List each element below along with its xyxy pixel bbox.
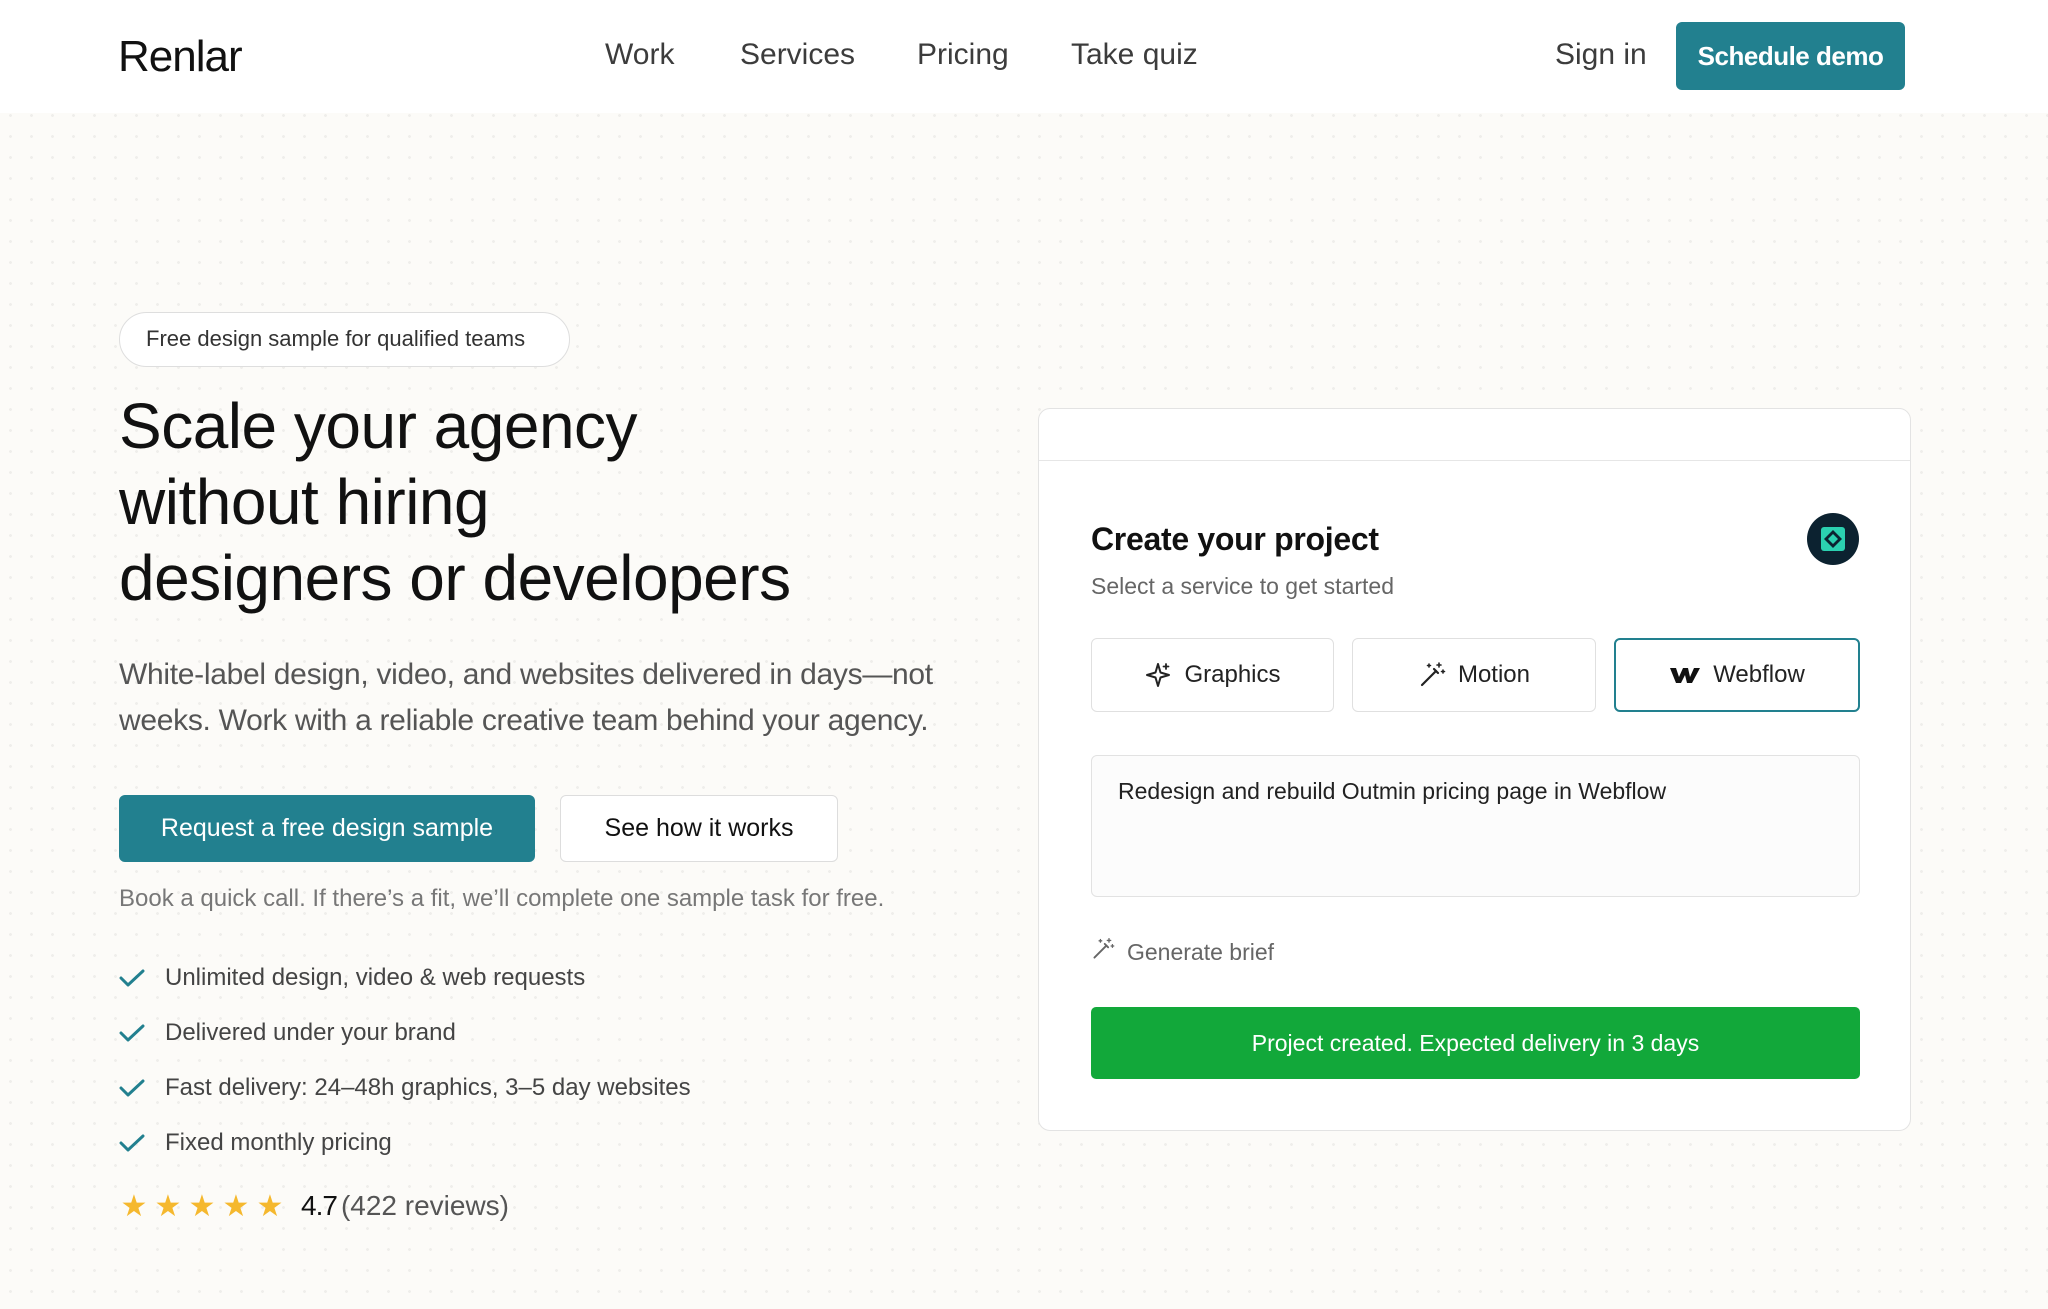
rating: ★ ★ ★ ★ ★ 4.7 (422 reviews)	[119, 1186, 509, 1226]
review-count: (422 reviews)	[340, 1190, 509, 1221]
star-rating: ★ ★ ★ ★ ★	[119, 1189, 285, 1224]
star-icon: ★	[188, 1189, 216, 1223]
card-subtitle: Select a service to get started	[1091, 573, 1394, 599]
magic-wand-icon	[1091, 937, 1115, 967]
service-graphics-button[interactable]: Graphics	[1091, 638, 1334, 712]
check-icon	[119, 1128, 165, 1158]
service-label: Motion	[1457, 661, 1531, 688]
nav-item-services[interactable]: Services	[740, 38, 855, 72]
feature-list: Unlimited design, video & web requests D…	[119, 950, 691, 1170]
star-icon: ★	[120, 1189, 148, 1223]
project-status-banner: Project created. Expected delivery in 3 …	[1091, 1007, 1860, 1079]
card-top-bar	[1039, 409, 1910, 461]
card-title: Create your project	[1091, 521, 1379, 557]
sparkle-icon	[1144, 661, 1172, 689]
service-motion-button[interactable]: Motion	[1352, 638, 1596, 712]
site-header: Renlar Work Services Pricing Take quiz S…	[0, 0, 2048, 113]
feature-item: Fixed monthly pricing	[119, 1115, 691, 1170]
feature-item: Delivered under your brand	[119, 1005, 691, 1060]
magic-wand-icon	[1418, 661, 1446, 689]
service-label: Graphics	[1184, 661, 1281, 688]
brand-logo-icon	[1807, 513, 1859, 565]
generate-brief-label: Generate brief	[1127, 938, 1275, 965]
subtext-line: weeks. Work with a reliable creative tea…	[119, 704, 929, 737]
check-icon	[119, 1018, 165, 1048]
hero-badge: Free design sample for qualified teams	[119, 312, 570, 367]
star-icon: ★	[256, 1189, 284, 1223]
service-label: Webflow	[1713, 661, 1805, 688]
feature-text: Unlimited design, video & web requests	[165, 963, 586, 991]
nav-item-work[interactable]: Work	[605, 38, 674, 72]
logo[interactable]: Renlar	[118, 32, 243, 82]
headline-line: Scale your agency	[119, 390, 638, 462]
generate-brief-button[interactable]: Generate brief	[1091, 934, 1274, 970]
star-icon: ★	[154, 1189, 182, 1223]
headline-line: without hiring	[119, 466, 490, 538]
webflow-icon	[1669, 664, 1701, 686]
feature-text: Fixed monthly pricing	[165, 1128, 392, 1156]
cta-note: Book a quick call. If there’s a fit, we’…	[119, 885, 885, 912]
feature-text: Delivered under your brand	[165, 1018, 456, 1046]
rating-value: 4.7	[301, 1190, 338, 1221]
hero-subtext: White-label design, video, and websites …	[119, 652, 999, 744]
feature-item: Unlimited design, video & web requests	[119, 950, 691, 1005]
schedule-demo-button[interactable]: Schedule demo	[1676, 22, 1905, 90]
headline-line: designers or developers	[119, 542, 791, 614]
nav-item-take-quiz[interactable]: Take quiz	[1071, 38, 1198, 72]
create-project-card: Create your project Select a service to …	[1038, 408, 1911, 1131]
request-sample-button[interactable]: Request a free design sample	[119, 795, 535, 862]
sign-in-link[interactable]: Sign in	[1555, 38, 1647, 72]
check-icon	[119, 1073, 165, 1103]
check-icon	[119, 963, 165, 993]
nav-item-pricing[interactable]: Pricing	[917, 38, 1009, 72]
see-how-it-works-button[interactable]: See how it works	[560, 795, 838, 862]
star-icon: ★	[222, 1189, 250, 1223]
project-brief-input[interactable]: Redesign and rebuild Outmin pricing page…	[1091, 755, 1860, 897]
service-webflow-button[interactable]: Webflow	[1614, 638, 1860, 712]
feature-text: Fast delivery: 24–48h graphics, 3–5 day …	[165, 1073, 691, 1101]
feature-item: Fast delivery: 24–48h graphics, 3–5 day …	[119, 1060, 691, 1115]
hero-headline: Scale your agency without hiring designe…	[119, 388, 1019, 616]
subtext-line: White-label design, video, and websites …	[119, 658, 933, 691]
